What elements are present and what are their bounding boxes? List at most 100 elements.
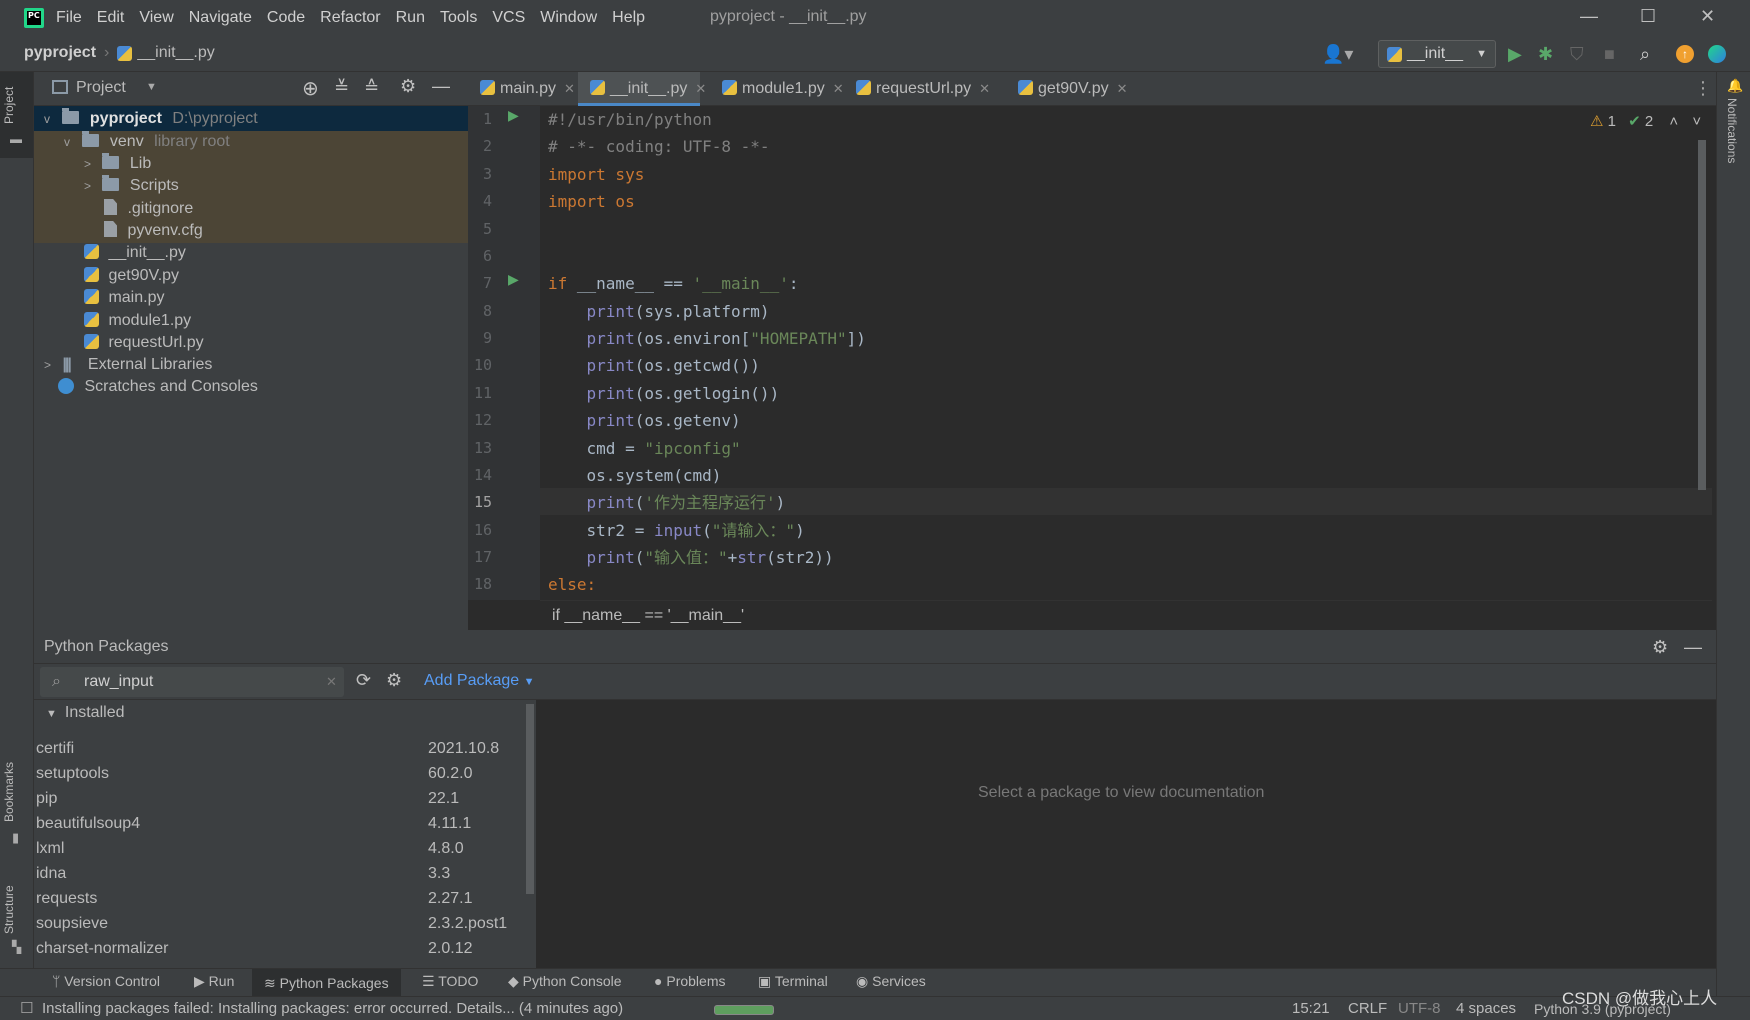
- minimize-icon[interactable]: —: [1580, 6, 1598, 27]
- expand-all-icon[interactable]: ≚: [334, 77, 349, 98]
- tab-python-packages[interactable]: ≋ Python Packages: [252, 969, 401, 997]
- debug-icon[interactable]: ✱: [1538, 44, 1553, 65]
- chevron-down-icon[interactable]: ˅: [1692, 113, 1701, 130]
- tree-item-init-py[interactable]: __init__.py: [84, 240, 186, 265]
- status-message[interactable]: Installing packages failed: Installing p…: [42, 997, 623, 1020]
- tab-todo[interactable]: ☰ TODO: [422, 973, 478, 990]
- line-separator[interactable]: CRLF: [1348, 997, 1387, 1020]
- run-gutter-icon[interactable]: ▶: [508, 272, 519, 288]
- package-name: beautifulsoup4: [36, 815, 141, 832]
- menu-window[interactable]: Window: [540, 9, 597, 27]
- project-panel-title[interactable]: Project: [76, 79, 126, 97]
- file-encoding[interactable]: UTF-8: [1398, 997, 1441, 1020]
- tab-module1-py[interactable]: module1.py ✕: [710, 72, 844, 106]
- package-row[interactable]: certifi 2021.10.8: [36, 736, 506, 761]
- package-row[interactable]: idna 3.3: [36, 861, 506, 886]
- close-tab-icon[interactable]: ✕: [979, 81, 990, 96]
- menu-refactor[interactable]: Refactor: [320, 9, 380, 27]
- structure-tool-label[interactable]: Structure: [2, 885, 16, 934]
- tab-run[interactable]: ▶ Run: [194, 973, 234, 990]
- chevron-down-icon[interactable]: ▼: [146, 81, 157, 93]
- tab-version-control[interactable]: ᛘ Version Control: [52, 973, 160, 989]
- tab-get90v-py[interactable]: get90V.py ✕: [1006, 72, 1128, 106]
- refresh-icon[interactable]: ⟳: [356, 670, 371, 691]
- chevron-down-icon[interactable]: v: [64, 130, 78, 155]
- chevron-down-icon[interactable]: v: [44, 107, 58, 132]
- breadcrumb-project[interactable]: pyproject: [24, 44, 96, 62]
- tree-item-scratches[interactable]: Scratches and Consoles: [58, 374, 258, 399]
- add-package-button[interactable]: Add Package ▼: [424, 672, 535, 690]
- add-package-label: Add Package: [424, 672, 520, 689]
- search-icon[interactable]: ⌕: [1640, 44, 1650, 65]
- caret-position[interactable]: 15:21: [1292, 997, 1330, 1020]
- menu-view[interactable]: View: [139, 9, 173, 27]
- tab-problems[interactable]: ● Problems: [654, 973, 726, 989]
- tree-item-pyproject[interactable]: v pyproject D:\pyproject: [44, 106, 258, 131]
- chevron-up-icon[interactable]: ˄: [1669, 113, 1678, 130]
- package-row[interactable]: requests 2.27.1: [36, 886, 506, 911]
- gear-icon[interactable]: ⚙: [400, 76, 416, 97]
- gear-icon[interactable]: ⚙: [1652, 630, 1668, 664]
- close-tab-icon[interactable]: ✕: [833, 81, 844, 96]
- tab-python-console[interactable]: ◆ Python Console: [508, 973, 622, 990]
- coverage-icon[interactable]: ⛉: [1570, 44, 1584, 65]
- editor-breadcrumb[interactable]: if __name__ == '__main__': [540, 600, 1712, 630]
- indent-setting[interactable]: 4 spaces: [1456, 997, 1516, 1020]
- chevron-right-icon[interactable]: >: [84, 174, 98, 199]
- notifications-tool-label[interactable]: Notifications: [1725, 98, 1739, 163]
- packages-scrollbar[interactable]: [526, 704, 534, 894]
- close-tab-icon[interactable]: ✕: [564, 81, 575, 96]
- python-file-icon: [117, 45, 133, 61]
- editor-scrollbar[interactable]: [1698, 140, 1706, 490]
- menu-vcs[interactable]: VCS: [492, 9, 525, 27]
- chevron-right-icon[interactable]: >: [44, 353, 58, 378]
- project-tool-label[interactable]: Project: [2, 87, 16, 124]
- package-search-input[interactable]: ⌕ raw_input ✕: [40, 667, 344, 697]
- locate-file-icon[interactable]: ⊕: [302, 76, 319, 101]
- hide-panel-icon[interactable]: —: [432, 76, 450, 97]
- package-row[interactable]: soupsieve 2.3.2.post1: [36, 911, 507, 936]
- close-tab-icon[interactable]: ✕: [1117, 81, 1128, 96]
- user-icon[interactable]: 👤▾: [1322, 44, 1353, 65]
- menu-navigate[interactable]: Navigate: [189, 9, 252, 27]
- run-configuration-select[interactable]: __init__ ▼: [1378, 40, 1496, 68]
- run-gutter-icon[interactable]: ▶: [508, 108, 519, 124]
- bookmarks-tool-label[interactable]: Bookmarks: [2, 762, 16, 822]
- inspection-widget[interactable]: ⚠ 1 ✔ 2 ˄ ˅: [1590, 112, 1701, 130]
- run-icon[interactable]: ▶: [1508, 44, 1522, 65]
- clear-search-icon[interactable]: ✕: [326, 667, 337, 697]
- more-tabs-icon[interactable]: ⋮: [1694, 78, 1712, 99]
- package-row[interactable]: setuptools 60.2.0: [36, 761, 506, 786]
- gear-icon[interactable]: ⚙: [386, 670, 402, 691]
- close-tab-icon[interactable]: ✕: [695, 81, 706, 96]
- notifications-icon[interactable]: 🔔: [1727, 78, 1743, 94]
- package-row[interactable]: lxml 4.8.0: [36, 836, 506, 861]
- installed-group-header[interactable]: ▼ Installed: [46, 704, 124, 722]
- stop-icon[interactable]: ■: [1604, 44, 1615, 65]
- tab-init-py[interactable]: __init__.py ✕: [578, 72, 706, 106]
- menu-help[interactable]: Help: [612, 9, 645, 27]
- package-row[interactable]: charset-normalizer 2.0.12: [36, 936, 506, 961]
- tree-item-main-py[interactable]: main.py: [84, 285, 164, 310]
- tree-item-scripts[interactable]: > Scripts: [84, 173, 179, 198]
- hide-panel-icon[interactable]: —: [1684, 630, 1702, 664]
- tree-item-label: __init__.py: [108, 244, 186, 261]
- update-icon[interactable]: ↑: [1676, 45, 1694, 63]
- menu-edit[interactable]: Edit: [97, 9, 125, 27]
- breadcrumb-file[interactable]: __init__.py: [137, 44, 214, 62]
- tab-main-py[interactable]: main.py ✕: [468, 72, 575, 106]
- close-icon[interactable]: ✕: [1700, 6, 1715, 27]
- menu-run[interactable]: Run: [396, 9, 425, 27]
- status-toggle-icon[interactable]: ☐: [20, 997, 33, 1020]
- collapse-all-icon[interactable]: ≙: [364, 77, 379, 98]
- plugins-icon[interactable]: [1708, 45, 1726, 63]
- tab-requesturl-py[interactable]: requestUrl.py ✕: [844, 72, 990, 106]
- menu-code[interactable]: Code: [267, 9, 305, 27]
- maximize-icon[interactable]: ☐: [1640, 6, 1656, 27]
- menu-tools[interactable]: Tools: [440, 9, 477, 27]
- package-row[interactable]: beautifulsoup4 4.11.1: [36, 811, 506, 836]
- tab-services[interactable]: ◉ Services: [856, 973, 926, 990]
- tab-terminal[interactable]: ▣ Terminal: [758, 973, 828, 990]
- package-row[interactable]: pip 22.1: [36, 786, 506, 811]
- menu-file[interactable]: File: [56, 9, 82, 27]
